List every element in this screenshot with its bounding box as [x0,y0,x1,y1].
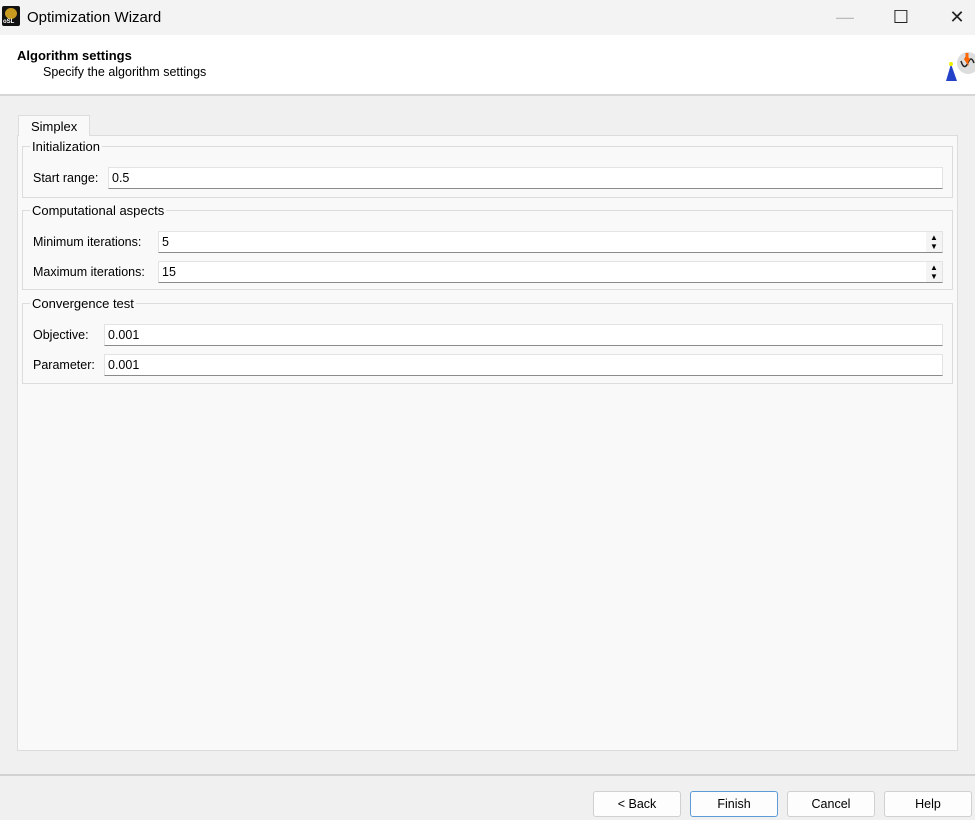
tab-simplex[interactable]: Simplex [18,115,90,136]
parameter-label: Parameter: [33,358,95,372]
back-button[interactable]: < Back [593,791,681,817]
finish-button[interactable]: Finish [690,791,778,817]
window-title: Optimization Wizard [27,9,162,26]
spin-down-icon[interactable]: ▼ [930,272,938,281]
start-range-input[interactable]: 0.5 [108,167,943,189]
spin-up-icon[interactable]: ▲ [930,263,938,272]
parameter-input[interactable]: 0.001 [104,354,943,376]
group-title: Convergence test [30,296,136,311]
min-iterations-label: Minimum iterations: [33,235,142,249]
page-subtitle: Specify the algorithm settings [43,65,207,79]
min-iterations-spinbox[interactable]: 5 ▲ ▼ [158,231,943,253]
group-title: Initialization [30,139,102,154]
objective-label: Objective: [33,328,89,342]
minimize-button[interactable]: — [822,0,868,35]
max-iterations-value: 15 [162,265,176,279]
app-logo-icon: oSL [2,6,20,26]
wizard-header: Algorithm settings Specify the algorithm… [0,35,975,96]
start-range-label: Start range: [33,171,99,185]
max-iterations-label: Maximum iterations: [33,265,145,279]
computational-aspects-group: Computational aspects Minimum iterations… [22,203,953,290]
convergence-test-group: Convergence test Objective: 0.001 Parame… [22,296,953,384]
spin-buttons[interactable]: ▲ ▼ [926,232,942,252]
wizard-hat-icon [946,52,975,81]
spin-buttons[interactable]: ▲ ▼ [926,262,942,282]
help-button[interactable]: Help [884,791,972,817]
min-iterations-value: 5 [162,235,169,249]
initialization-group: Initialization Start range: 0.5 [22,139,953,198]
logo-text: oSL [3,19,15,25]
page-title: Algorithm settings [17,48,132,63]
title-bar: oSL Optimization Wizard — ☐ ✕ [0,0,975,35]
close-button[interactable]: ✕ [934,0,975,35]
spin-up-icon[interactable]: ▲ [930,233,938,242]
objective-input[interactable]: 0.001 [104,324,943,346]
group-title: Computational aspects [30,203,167,218]
maximize-button[interactable]: ☐ [878,0,924,35]
cancel-button[interactable]: Cancel [787,791,875,817]
footer-divider [0,774,975,776]
spin-down-icon[interactable]: ▼ [930,242,938,251]
max-iterations-spinbox[interactable]: 15 ▲ ▼ [158,261,943,283]
